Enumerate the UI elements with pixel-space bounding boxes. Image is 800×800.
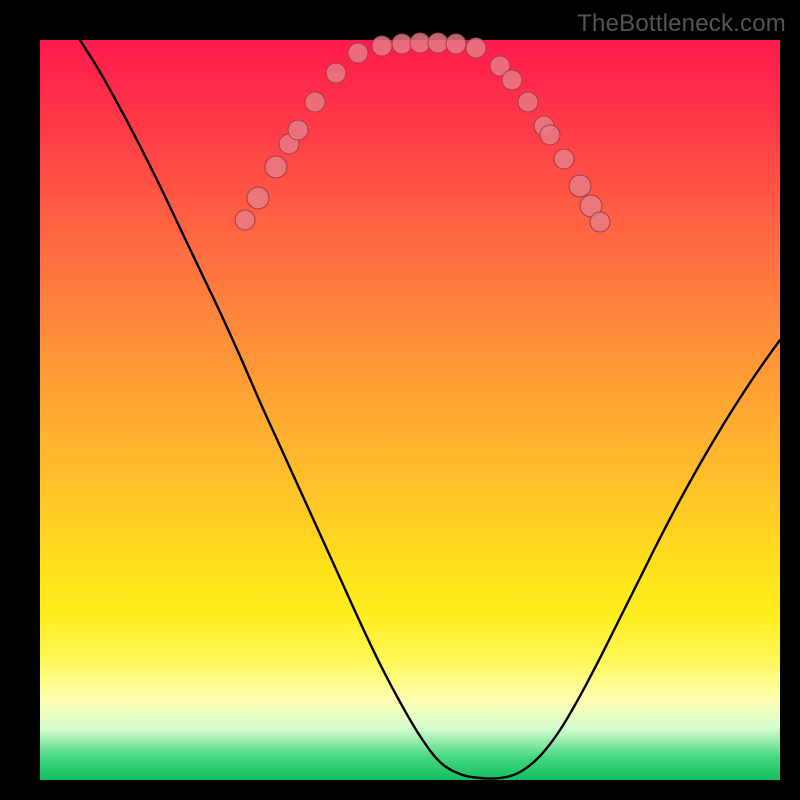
data-marker: [590, 212, 610, 232]
data-marker: [305, 92, 325, 112]
data-marker: [410, 33, 430, 53]
data-marker: [372, 36, 392, 56]
data-marker: [518, 92, 538, 112]
data-marker: [446, 34, 466, 54]
data-marker: [502, 70, 522, 90]
data-marker: [348, 43, 368, 63]
data-markers: [235, 33, 610, 232]
data-marker: [326, 63, 346, 83]
watermark-text: TheBottleneck.com: [577, 10, 786, 38]
data-marker: [247, 187, 269, 209]
chart-frame: TheBottleneck.com: [0, 0, 800, 800]
data-marker: [554, 149, 574, 169]
data-marker: [235, 210, 255, 230]
data-marker: [392, 34, 412, 54]
data-marker: [569, 175, 591, 197]
chart-plot-area: [40, 40, 780, 780]
data-marker: [428, 33, 448, 53]
data-marker: [540, 125, 560, 145]
data-marker: [288, 120, 308, 140]
data-marker: [466, 38, 486, 58]
bottleneck-curve: [80, 40, 780, 779]
data-marker: [265, 156, 287, 178]
chart-svg: [40, 40, 780, 780]
